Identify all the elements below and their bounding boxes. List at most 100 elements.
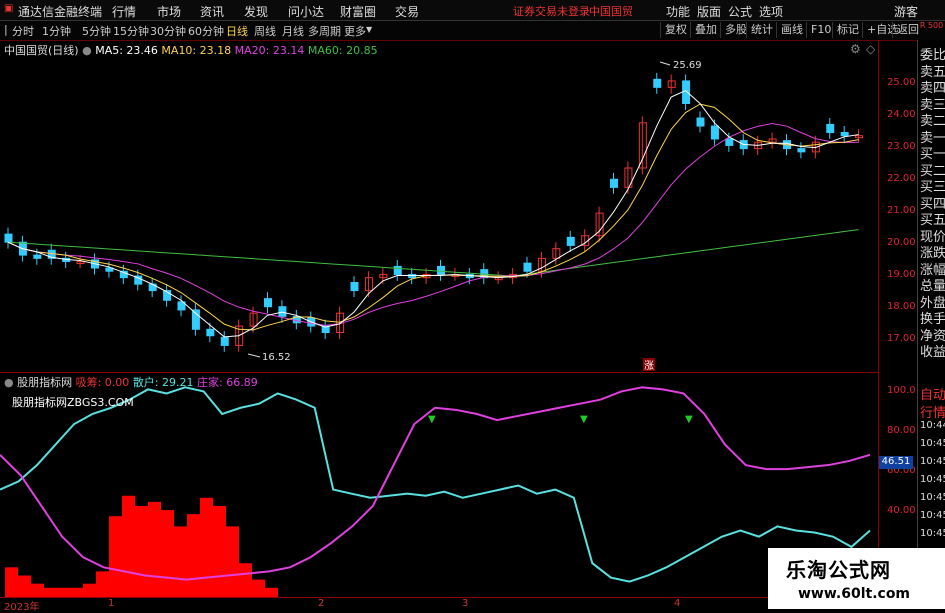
auto-quote-label[interactable]: 自动 bbox=[920, 384, 945, 403]
auto-quote-label[interactable]: 行情 bbox=[920, 402, 945, 421]
ma5-label: MA5: 23.46 bbox=[95, 44, 158, 57]
watermark-title: 乐淘公式网 bbox=[786, 558, 891, 582]
candle-body bbox=[682, 80, 691, 104]
period-15min[interactable]: 15分钟 bbox=[113, 23, 149, 39]
period-60min[interactable]: 60分钟 bbox=[188, 23, 224, 39]
period-1min[interactable]: 1分钟 bbox=[42, 23, 71, 39]
menu-shichang[interactable]: 市场 bbox=[157, 3, 181, 20]
time-label: 10:45 bbox=[920, 528, 945, 539]
low-pointer bbox=[247, 353, 261, 358]
ytick: 24.00 bbox=[887, 109, 916, 120]
period-multi[interactable]: 多周期 bbox=[308, 23, 341, 39]
period-day[interactable]: 日线 bbox=[226, 23, 248, 39]
legend-toggle-icon[interactable]: ● bbox=[82, 44, 92, 57]
xlabel: 2023年 bbox=[4, 602, 40, 613]
absorb-bar bbox=[135, 505, 148, 598]
btn-biaoji[interactable]: 标记 bbox=[832, 22, 863, 38]
xlabel: 2 bbox=[318, 598, 325, 609]
ma5-line bbox=[7, 89, 859, 338]
guest-label[interactable]: 游客 bbox=[894, 3, 918, 20]
watermark-url: www.60lt.com bbox=[798, 586, 911, 602]
period-more[interactable]: 更多 bbox=[344, 23, 366, 39]
time-label: 10:45 bbox=[920, 510, 945, 521]
down-arrow-icon: ▼ bbox=[428, 414, 436, 425]
candle-body bbox=[826, 123, 835, 134]
menu-zixun[interactable]: 资讯 bbox=[200, 3, 224, 20]
x-axis: 2023年 1 2 3 4 bbox=[0, 597, 878, 613]
down-arrow-icon: ▼ bbox=[685, 414, 693, 425]
candle-body bbox=[725, 138, 734, 146]
absorb-bar bbox=[122, 495, 135, 598]
high-pointer bbox=[659, 61, 671, 66]
btn-fuquan[interactable]: 复权 bbox=[660, 22, 691, 38]
candle-body bbox=[566, 236, 575, 246]
ytick: 20.00 bbox=[887, 237, 916, 248]
candle-body bbox=[408, 273, 417, 279]
more-dropdown-icon[interactable]: ▼ bbox=[366, 25, 372, 34]
candle-body bbox=[653, 78, 662, 88]
menu-gongshi[interactable]: 公式 bbox=[728, 3, 752, 20]
candle-body bbox=[797, 148, 806, 153]
absorb-bar bbox=[226, 526, 239, 598]
menu-hangqing[interactable]: 行情 bbox=[112, 3, 136, 20]
menu-jiaoyi[interactable]: 交易 bbox=[395, 3, 419, 20]
absorb-bar bbox=[109, 516, 122, 598]
absorb-bar bbox=[161, 510, 174, 598]
banker-label: 庄家: 66.89 bbox=[197, 376, 258, 389]
absorb-bar bbox=[5, 567, 18, 598]
xlabel: 4 bbox=[674, 598, 681, 609]
period-month[interactable]: 月线 bbox=[282, 23, 304, 39]
low-annotation: 16.52 bbox=[262, 352, 291, 363]
right-top-badge[interactable]: R 500 bbox=[918, 21, 945, 40]
candle-body bbox=[523, 262, 532, 272]
ytick: 23.00 bbox=[887, 141, 916, 152]
candle-body bbox=[206, 328, 215, 337]
btn-tongji[interactable]: 统计 bbox=[746, 22, 777, 38]
ma20-line bbox=[7, 122, 859, 326]
ma60-line bbox=[7, 229, 859, 277]
candle-body bbox=[148, 283, 157, 292]
quote-field-label: 收益 bbox=[920, 345, 945, 360]
btn-f10[interactable]: F10 bbox=[806, 22, 835, 38]
zhang-label: 涨 bbox=[644, 360, 654, 372]
time-label: 10:45 bbox=[920, 492, 945, 503]
main-legend: 中国国贸(日线) ● MA5: 23.46 MA10: 23.18 MA20: … bbox=[4, 42, 378, 58]
absorb-bar bbox=[252, 579, 265, 598]
stock-name: 中国国贸 bbox=[589, 5, 633, 18]
site-watermark: 乐淘公式网 www.60lt.com bbox=[768, 548, 945, 609]
menu-gongneng[interactable]: 功能 bbox=[666, 3, 690, 20]
absorb-bar bbox=[18, 575, 31, 598]
indicator-name: 股朋指标网 bbox=[17, 376, 73, 389]
absorb-bar bbox=[148, 501, 161, 598]
btn-diejia[interactable]: 叠加 bbox=[690, 22, 721, 38]
settings-icon[interactable]: ⚙ bbox=[850, 42, 861, 56]
candle-body bbox=[610, 178, 618, 188]
absorb-bar bbox=[174, 526, 187, 598]
collapse-icon[interactable]: ◇ bbox=[866, 42, 875, 56]
login-status[interactable]: 证券交易未登录 bbox=[513, 3, 590, 19]
period-30min[interactable]: 30分钟 bbox=[150, 23, 186, 39]
app-logo-icon: ▣ bbox=[4, 3, 14, 14]
menu-faxian[interactable]: 发现 bbox=[244, 3, 268, 20]
menu-xuanxiang[interactable]: 选项 bbox=[759, 3, 783, 20]
period-fenshi[interactable]: 分时 bbox=[12, 23, 34, 39]
period-week[interactable]: 周线 bbox=[254, 23, 276, 39]
quote-panel: 委比 卖五 卖四 卖三 卖二 卖一 买一 买二 买三 买四 买五 现价 涨跌 涨幅 总量 外盘 换手 净资 收益 自动… bbox=[917, 40, 945, 600]
ytick: 21.00 bbox=[887, 205, 916, 216]
period-5min[interactable]: 5分钟 bbox=[82, 23, 111, 39]
candle-body bbox=[4, 233, 13, 243]
xlabel: 1 bbox=[108, 598, 115, 609]
candle-body bbox=[393, 265, 402, 275]
menu-wenxiaoda[interactable]: 问小达 bbox=[288, 3, 324, 20]
menu-caifuquan[interactable]: 财富圈 bbox=[340, 3, 376, 20]
indicator-site: 股朋指标网ZBGS3.COM bbox=[12, 396, 134, 409]
period-toolbar: | 分时 1分钟 5分钟 15分钟 30分钟 60分钟 日线 周线 月线 多周期… bbox=[0, 21, 945, 41]
btn-huaxian[interactable]: 画线 bbox=[776, 22, 807, 38]
title-bar: ▣ 通达信金融终端 行情 市场 资讯 发现 问小达 财富圈 交易 证券交易未登录… bbox=[0, 0, 945, 21]
kline-chart[interactable]: 25.69 16.52 涨 bbox=[0, 40, 878, 372]
sub-toggle-icon[interactable]: ● bbox=[4, 376, 14, 389]
ytick-sub: 100.0 bbox=[887, 385, 916, 396]
menu-banmian[interactable]: 版面 bbox=[697, 3, 721, 20]
stock-chart-name: 中国国贸(日线) bbox=[4, 44, 79, 57]
sub-value-badge: 46.51 bbox=[879, 456, 913, 469]
